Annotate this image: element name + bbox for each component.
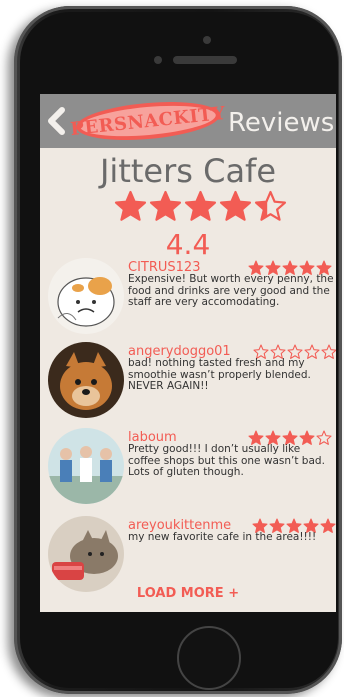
load-more-button[interactable]: LOAD MORE + [40,586,336,601]
avatar[interactable] [48,428,124,504]
page-title: Reviews [228,108,335,138]
app-logo[interactable]: PERSNACKITY [69,98,227,144]
front-camera [203,36,211,44]
cartoon-avatar-icon [48,258,124,334]
app-screen: PERSNACKITY Reviews Jitters Cafe 4.4 CIT… [40,94,336,612]
star-filled-icon [219,190,252,221]
avatar[interactable] [48,258,124,334]
star-filled-icon [149,190,182,221]
star-filled-icon [114,190,147,221]
cafe-name: Jitters Cafe [99,152,276,190]
avatar[interactable] [48,342,124,418]
cat-photo-icon [48,516,124,592]
review-text: bad! nothing tasted fresh and my smoothi… [128,357,311,392]
review-item[interactable]: areyoukittenme my new favorite cafe in t… [48,516,336,596]
chevron-left-icon[interactable] [44,106,70,136]
review-text: Expensive! But worth every penny, the fo… [128,273,334,308]
star-filled-icon [184,190,217,221]
overall-rating-stars [114,190,288,230]
review-item[interactable]: laboum Pretty good!!! I don’t usually li… [48,428,336,508]
dog-photo-icon [48,342,124,418]
group-photo-icon [48,428,124,504]
review-text: Pretty good!!! I don’t usually like coff… [128,443,325,478]
review-text: my new favorite cafe in the area!!!! [128,531,317,543]
star-half-icon [254,190,287,221]
proximity-sensor [154,56,162,64]
avatar[interactable] [48,516,124,592]
header-bar: PERSNACKITY Reviews [40,94,336,148]
rating-value: 4.4 [165,228,211,261]
review-item[interactable]: angerydoggo01 bad! nothing tasted fresh … [48,342,336,422]
earpiece-speaker [173,56,237,64]
review-item[interactable]: CITRUS123 Expensive! But worth every pen… [48,258,336,338]
home-button[interactable] [177,626,241,690]
